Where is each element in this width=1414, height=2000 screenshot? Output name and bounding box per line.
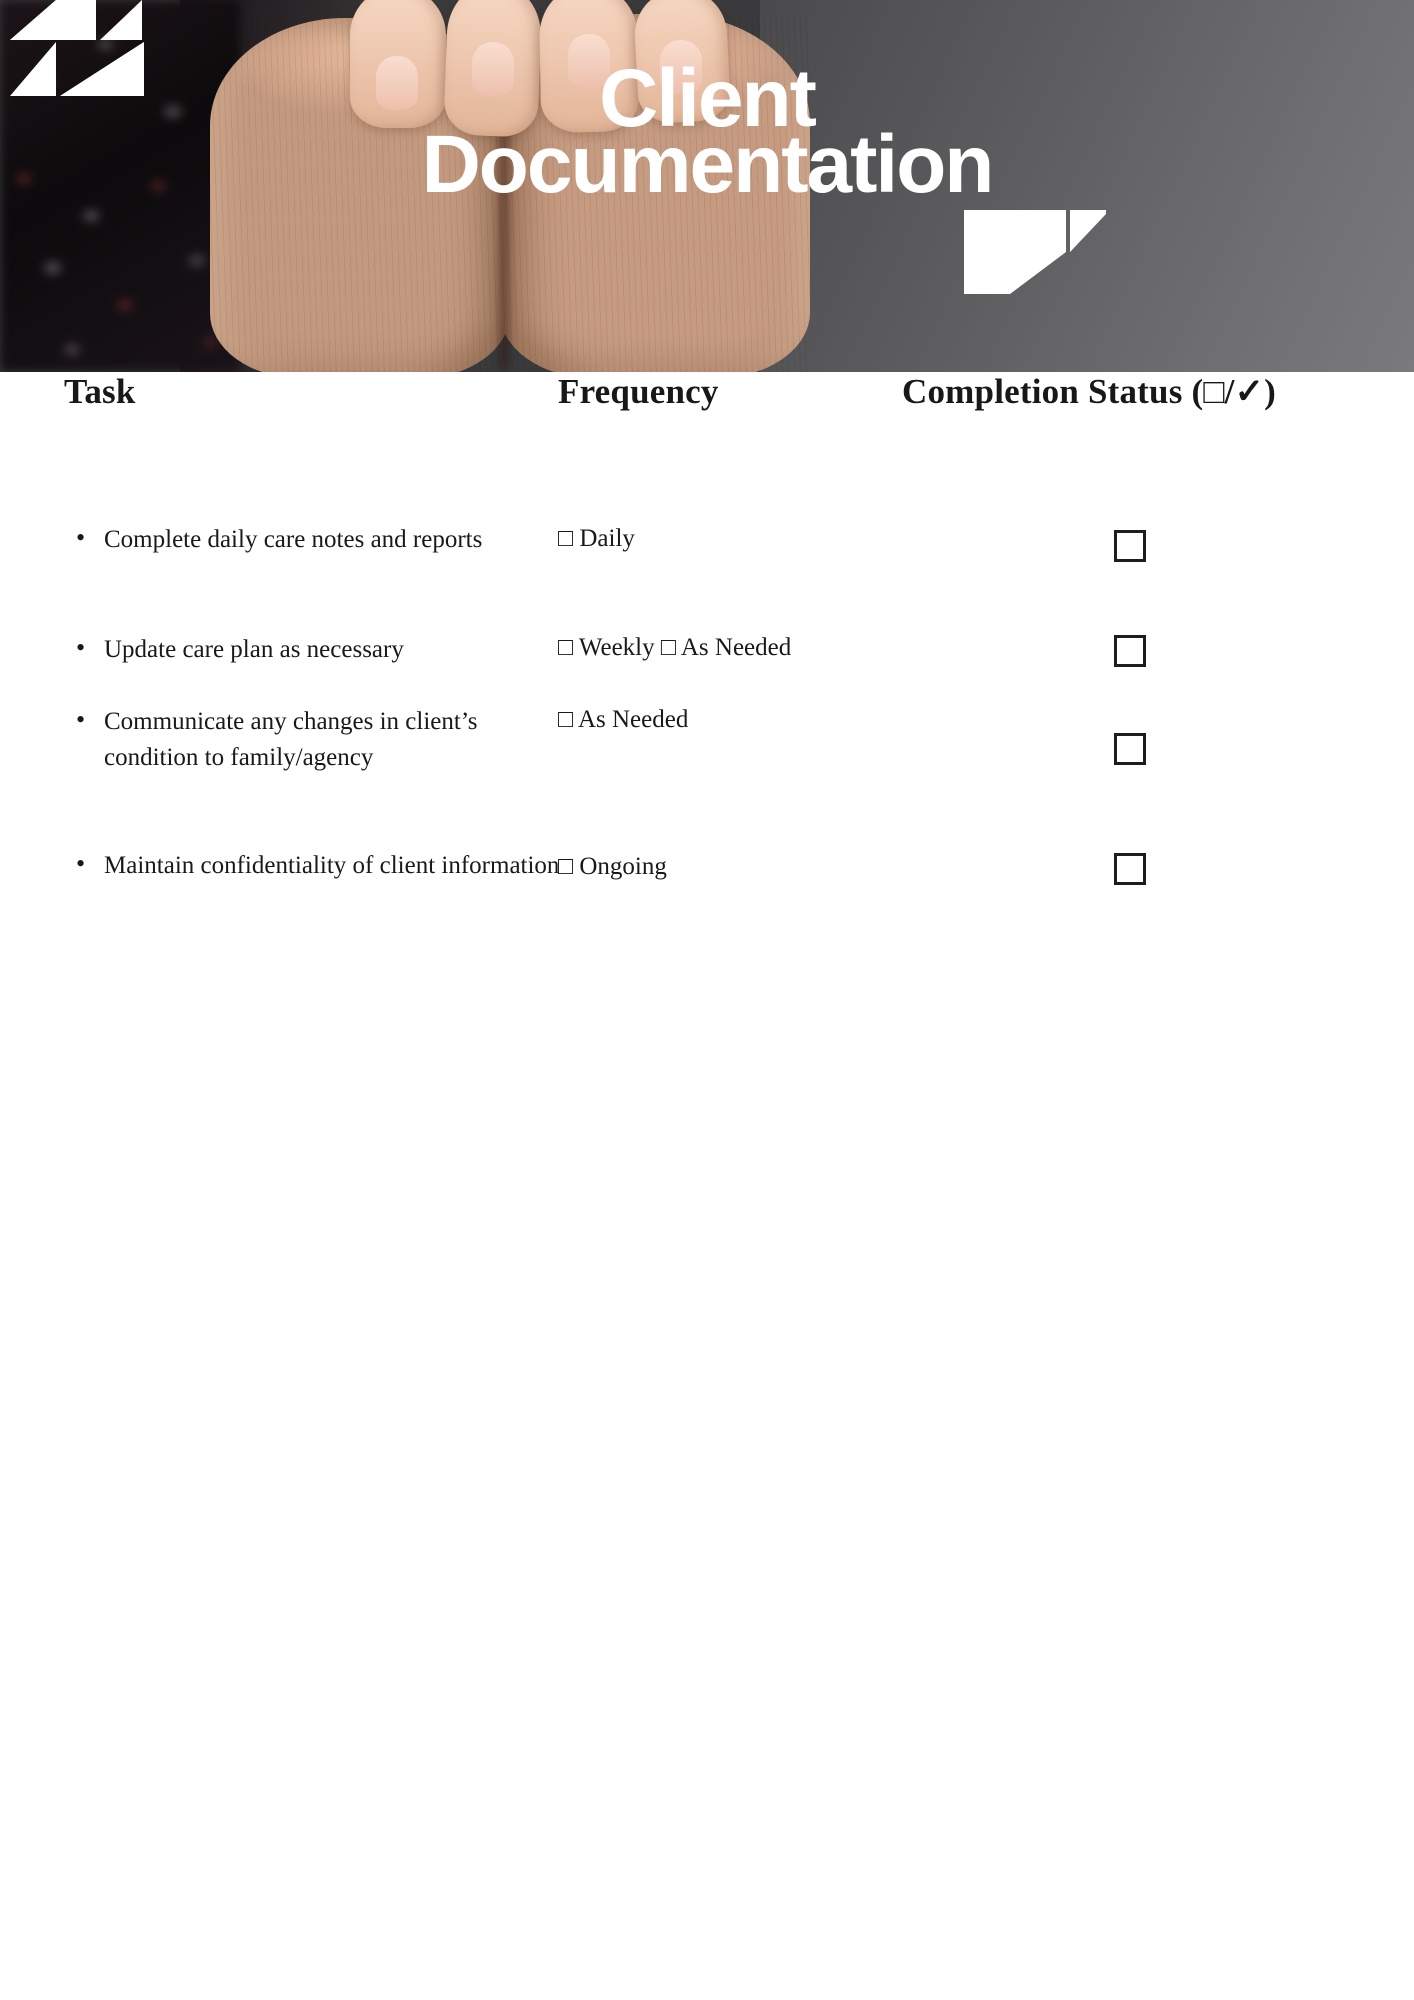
column-header-task: Task	[64, 372, 136, 411]
completion-checkbox[interactable]	[1114, 530, 1146, 562]
completion-checkboxes	[902, 522, 1362, 942]
list-item: Update care plan as necessary	[64, 630, 564, 668]
frequency-values: □ Daily □ Weekly □ As Needed □ As Needed…	[558, 522, 898, 942]
list-item: Complete daily care notes and reports	[64, 520, 564, 558]
completion-checkbox[interactable]	[1114, 635, 1146, 667]
completion-checkbox[interactable]	[1114, 733, 1146, 765]
task-list: Complete daily care notes and reports Up…	[64, 520, 559, 942]
frequency-value[interactable]: □ Weekly □ As Needed	[558, 634, 918, 662]
frequency-value[interactable]: □ As Needed	[558, 706, 918, 734]
frequency-value[interactable]: □ Daily	[558, 525, 918, 553]
banner-title: Client Documentation	[0, 0, 1414, 372]
column-header-completion-status: Completion Status (□/✓)	[902, 372, 1276, 411]
column-header-frequency: Frequency	[558, 372, 719, 411]
list-item: Communicate any changes in client’s cond…	[64, 702, 564, 775]
list-item: Maintain confidentiality of client infor…	[64, 846, 564, 884]
task-column: Task Complete daily care notes and repor…	[64, 372, 559, 882]
completion-status-column: Completion Status (□/✓)	[902, 372, 1362, 885]
frequency-value[interactable]: □ Ongoing	[558, 853, 918, 881]
banner-title-line-2: Documentation	[421, 119, 995, 210]
header-banner: Client Documentation	[0, 0, 1414, 372]
frequency-column: Frequency □ Daily □ Weekly □ As Needed □…	[558, 372, 898, 880]
completion-checkbox[interactable]	[1114, 853, 1146, 885]
